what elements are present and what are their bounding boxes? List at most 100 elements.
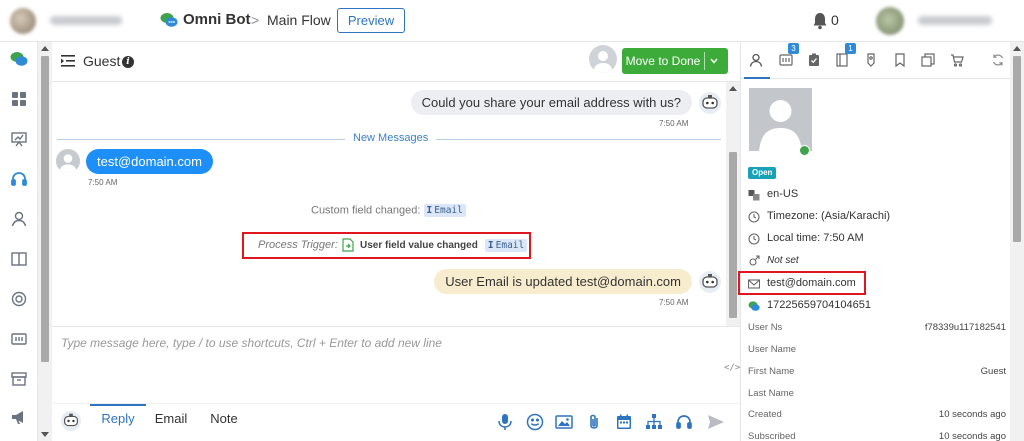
breadcrumb-separator: > xyxy=(251,12,260,28)
gender-value: Not set xyxy=(767,255,799,266)
field-value: 10 seconds ago xyxy=(938,431,1006,441)
bot-message-bubble: Could you share your email address with … xyxy=(410,90,692,115)
message-text: Could you share your email address with … xyxy=(421,95,681,110)
analytics-board-icon[interactable] xyxy=(10,130,28,148)
copy-tab-icon[interactable] xyxy=(921,53,935,67)
left-scrollbar[interactable] xyxy=(38,42,52,441)
event-text: Custom field changed: xyxy=(311,204,421,217)
book-icon[interactable] xyxy=(10,250,28,268)
guest-avatar xyxy=(56,149,80,173)
process-trigger-label: Process Trigger: xyxy=(258,238,338,251)
tab-label[interactable]: Note xyxy=(210,411,237,426)
bot-avatar-icon xyxy=(699,92,721,114)
bot-name[interactable]: Omni Bot xyxy=(183,11,251,28)
message-list: Could you share your email address with … xyxy=(52,82,726,326)
process-trigger-event: Process Trigger: User field value change… xyxy=(258,238,528,252)
field-label: User Name xyxy=(748,344,797,355)
field-value: 10 seconds ago xyxy=(938,409,1006,420)
bookmark-list-tab-icon[interactable] xyxy=(835,53,849,67)
notes-count-badge: 3 xyxy=(788,43,799,54)
image-icon[interactable] xyxy=(555,413,573,431)
clock-icon xyxy=(748,211,760,223)
active-tab-indicator xyxy=(90,404,146,406)
user-message-bubble: test@domain.com xyxy=(86,149,213,174)
cart-tab-icon[interactable] xyxy=(950,53,964,67)
gender-icon xyxy=(749,255,760,266)
profile-tab-icon[interactable] xyxy=(749,53,763,67)
scroll-up-arrow[interactable] xyxy=(41,46,49,51)
tab-label[interactable]: Email xyxy=(155,411,188,426)
send-icon[interactable] xyxy=(707,413,725,431)
custom-field-changed-event: Custom field changed: I Email xyxy=(311,204,466,217)
notes-tab-icon[interactable] xyxy=(779,53,793,67)
user-name-blurred xyxy=(918,16,992,25)
flow-name[interactable]: Main Flow xyxy=(267,12,331,28)
whatsapp-icon xyxy=(748,301,760,311)
user-avatar[interactable] xyxy=(876,7,904,35)
headset-icon[interactable] xyxy=(675,413,693,431)
field-chip: I Email xyxy=(423,204,466,217)
scroll-up-arrow[interactable] xyxy=(729,86,737,91)
headset-icon[interactable] xyxy=(10,170,28,188)
calendar-icon[interactable] xyxy=(615,413,633,431)
field-value: Guest xyxy=(980,366,1006,377)
field-label: First Name xyxy=(748,366,795,377)
contacts-person-icon[interactable] xyxy=(10,210,28,228)
refresh-icon[interactable] xyxy=(991,53,1005,67)
archive-icon[interactable] xyxy=(10,370,28,388)
field-chip-label: Email xyxy=(495,239,525,251)
microphone-icon[interactable] xyxy=(496,413,514,431)
dashboard-grid-icon[interactable] xyxy=(10,90,28,108)
workspace-avatar[interactable] xyxy=(10,8,36,34)
bot-avatar-icon xyxy=(699,271,721,293)
bot-message-bubble: User Email is updated test@domain.com xyxy=(434,269,692,294)
flow-hierarchy-icon[interactable] xyxy=(645,413,663,431)
field-value: f78339u117182541 xyxy=(924,322,1006,333)
scroll-up-arrow[interactable] xyxy=(1013,46,1021,51)
new-messages-label: New Messages xyxy=(345,132,437,144)
chat-bubbles-icon[interactable] xyxy=(10,50,28,68)
tag-tab-icon[interactable] xyxy=(864,53,878,67)
local-time-value: Local time: 7:50 AM xyxy=(767,232,864,244)
support-ring-icon[interactable] xyxy=(10,290,28,308)
details-scrollbar[interactable] xyxy=(1010,42,1024,441)
conversation-title: Guest xyxy=(83,53,121,69)
notification-count: 0 xyxy=(831,12,839,28)
message-time: 7:50 AM xyxy=(659,298,689,307)
tab-label[interactable]: Reply xyxy=(101,411,134,426)
integrations-icon[interactable] xyxy=(10,330,28,348)
chevron-down-icon[interactable] xyxy=(710,57,718,65)
composer-toolbar: Reply Email Note xyxy=(52,403,740,441)
email-value[interactable]: test@domain.com xyxy=(767,277,856,289)
move-to-done-label[interactable]: Move to Done xyxy=(622,48,704,74)
megaphone-icon[interactable] xyxy=(10,408,28,426)
scroll-down-arrow[interactable] xyxy=(41,432,49,437)
emoji-icon[interactable] xyxy=(526,413,544,431)
message-composer: Type message here, type / to use shortcu… xyxy=(52,326,740,441)
tab-email[interactable]: Email xyxy=(150,404,192,441)
timezone-value: Timezone: (Asia/Karachi) xyxy=(767,210,891,222)
field-label: User Ns xyxy=(748,322,783,333)
move-to-done-button[interactable]: Move to Done xyxy=(622,48,728,74)
preview-button[interactable]: Preview xyxy=(337,8,405,33)
tasks-tab-icon[interactable] xyxy=(807,53,821,67)
code-toggle-icon[interactable]: </> xyxy=(724,363,740,373)
message-input[interactable]: Type message here, type / to use shortcu… xyxy=(61,336,442,350)
scroll-thumb[interactable] xyxy=(1013,56,1021,242)
collapse-menu-icon[interactable] xyxy=(61,55,75,67)
tab-note[interactable]: Note xyxy=(204,404,244,441)
scroll-thumb[interactable] xyxy=(41,56,49,362)
bell-icon[interactable] xyxy=(812,12,828,30)
assigned-agent-avatar[interactable] xyxy=(589,45,617,73)
bookmark-tab-icon[interactable] xyxy=(893,53,907,67)
chat-bot-icon xyxy=(160,13,178,27)
attachment-icon[interactable] xyxy=(585,413,603,431)
contact-avatar xyxy=(749,88,812,151)
tab-reply[interactable]: Reply xyxy=(90,404,146,441)
text-cursor-icon: I xyxy=(426,205,433,216)
info-icon[interactable]: i xyxy=(122,56,134,68)
bot-avatar-icon xyxy=(60,410,82,432)
message-time: 7:50 AM xyxy=(659,119,689,128)
scroll-thumb[interactable] xyxy=(729,152,737,318)
details-tabs: 3 1 xyxy=(741,42,1011,79)
